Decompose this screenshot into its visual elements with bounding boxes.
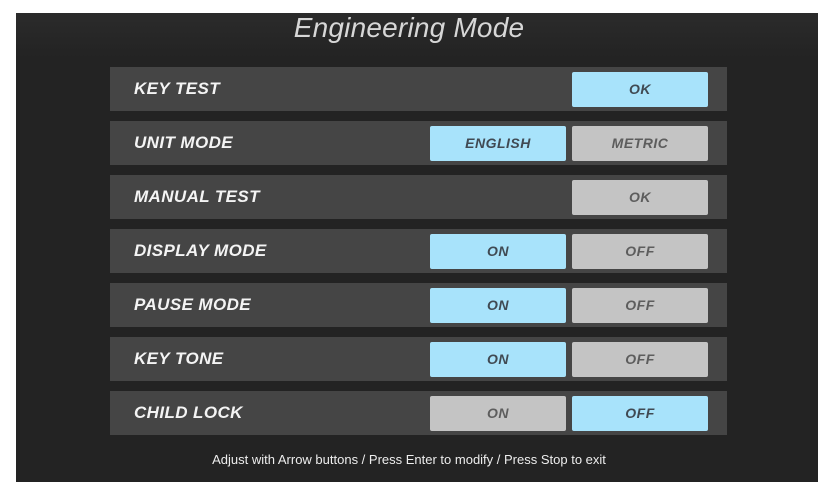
menu-row-manual-test: MANUAL TEST OK — [110, 175, 727, 219]
key-tone-off-button[interactable]: OFF — [572, 342, 708, 377]
menu-row-pause-mode: PAUSE MODE ON OFF — [110, 283, 727, 327]
menu-row-display-mode: DISPLAY MODE ON OFF — [110, 229, 727, 273]
row-label-unit-mode: UNIT MODE — [134, 133, 233, 152]
row-label-display-mode: DISPLAY MODE — [134, 241, 267, 260]
row-label-child-lock: CHILD LOCK — [134, 403, 243, 422]
row-label-manual-test: MANUAL TEST — [134, 187, 260, 206]
pause-mode-on-button[interactable]: ON — [430, 288, 566, 323]
unit-mode-metric-button[interactable]: METRIC — [572, 126, 708, 161]
footer-instructions: Adjust with Arrow buttons / Press Enter … — [212, 452, 606, 467]
page-title: Engineering Mode — [293, 12, 525, 43]
manual-test-ok-button[interactable]: OK — [572, 180, 708, 215]
child-lock-off-button[interactable]: OFF — [572, 396, 708, 431]
display-mode-off-button[interactable]: OFF — [572, 234, 708, 269]
row-label-pause-mode: PAUSE MODE — [134, 295, 252, 314]
pause-mode-off-button[interactable]: OFF — [572, 288, 708, 323]
key-test-ok-button[interactable]: OK — [572, 72, 708, 107]
unit-mode-english-button[interactable]: ENGLISH — [430, 126, 566, 161]
menu-row-child-lock: CHILD LOCK ON OFF — [110, 391, 727, 435]
row-label-key-tone: KEY TONE — [134, 349, 224, 368]
menu-row-key-tone: KEY TONE ON OFF — [110, 337, 727, 381]
child-lock-on-button[interactable]: ON — [430, 396, 566, 431]
menu-row-unit-mode: UNIT MODE ENGLISH METRIC — [110, 121, 727, 165]
key-tone-on-button[interactable]: ON — [430, 342, 566, 377]
menu-row-key-test: KEY TEST OK — [110, 67, 727, 111]
row-label-key-test: KEY TEST — [134, 79, 221, 98]
display-mode-on-button[interactable]: ON — [430, 234, 566, 269]
